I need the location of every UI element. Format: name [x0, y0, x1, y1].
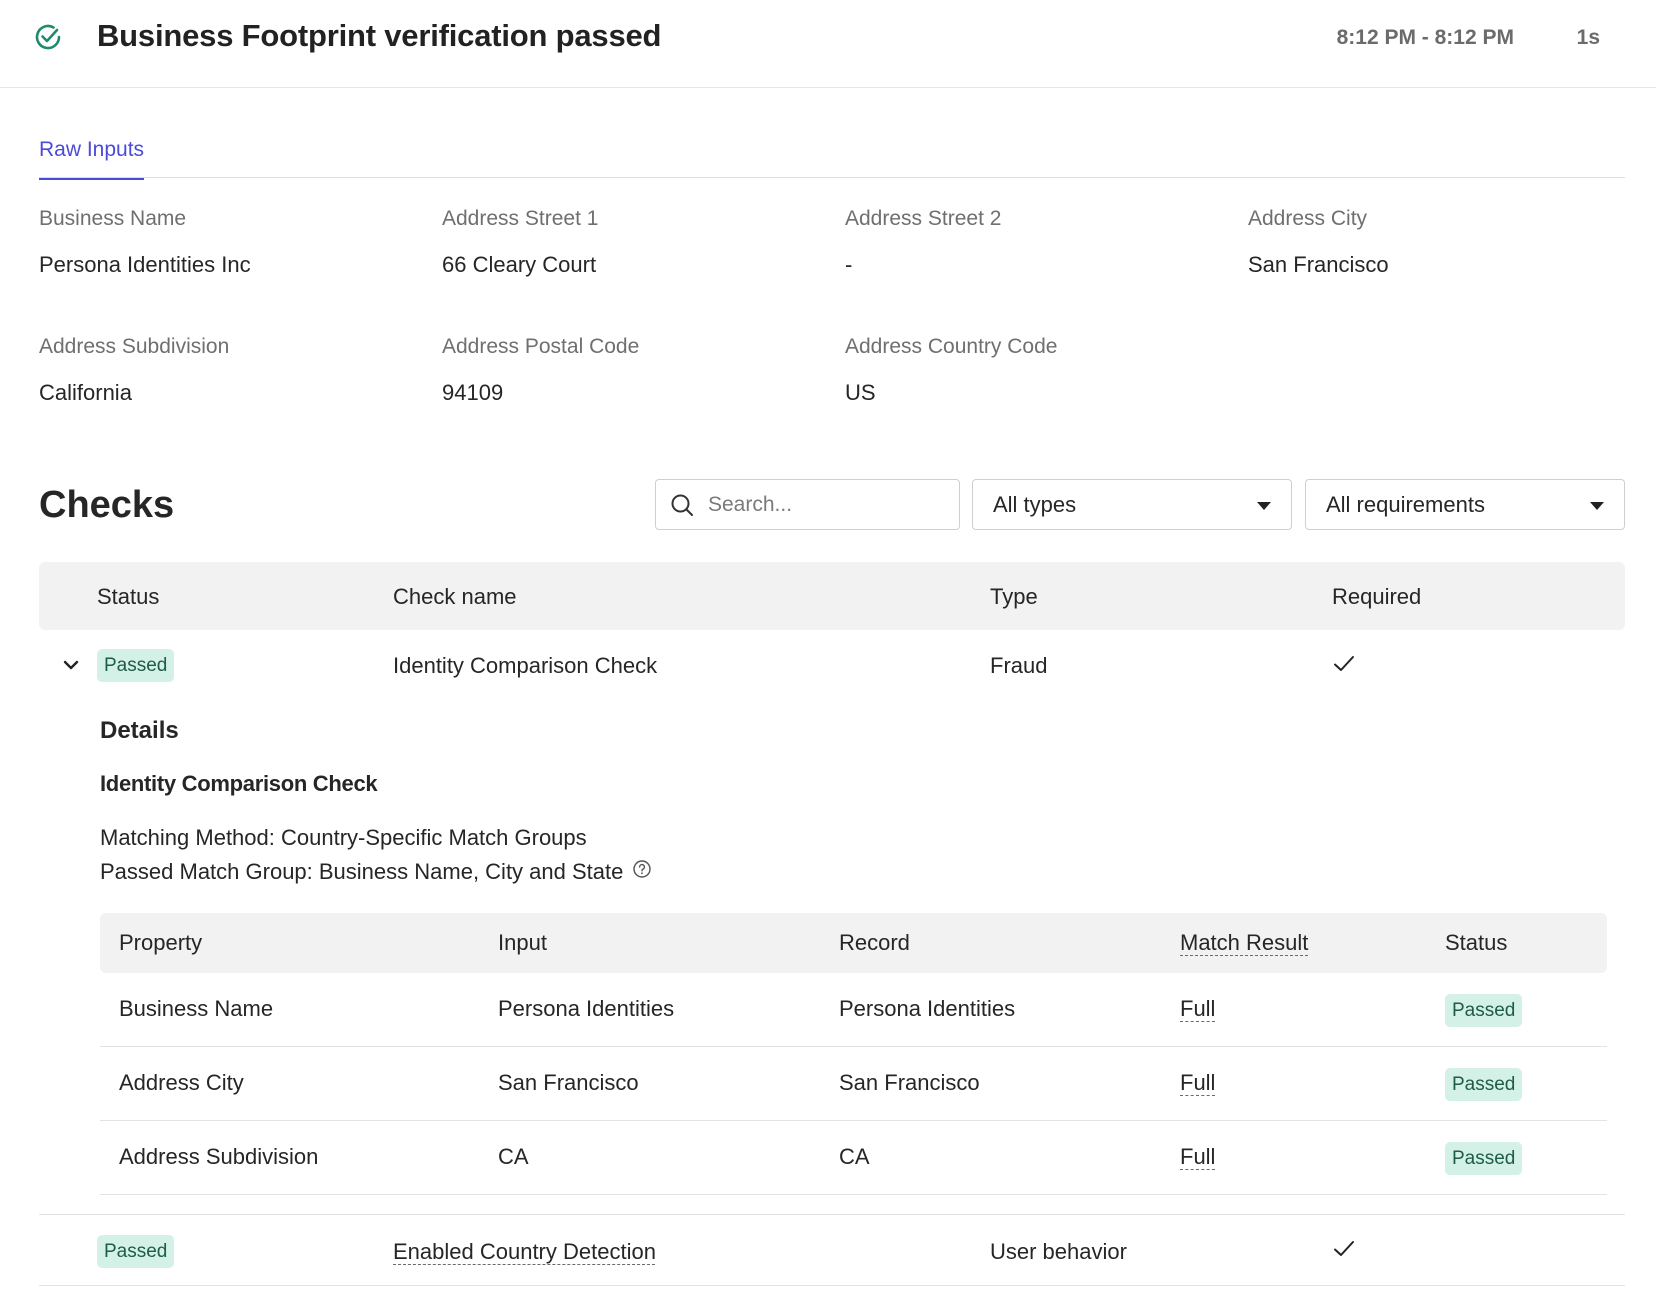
check-type: Fraud: [990, 653, 1048, 678]
help-circle-icon[interactable]: [632, 859, 652, 879]
search-box: [655, 479, 960, 530]
field-value-address-postal-code: 94109: [442, 380, 504, 405]
checkmark-icon: [1334, 1241, 1354, 1256]
type-filter-select[interactable]: All types: [972, 479, 1292, 530]
page-header: Business Footprint verification passed 8…: [0, 0, 1656, 88]
field-label-address-street-1: Address Street 1: [442, 207, 599, 230]
field-value-address-subdivision: California: [39, 380, 132, 405]
match-result-cell[interactable]: Full: [1180, 996, 1215, 1022]
tab-bar: Raw Inputs: [39, 136, 1625, 180]
checks-heading: Checks: [39, 484, 175, 526]
field-label-address-postal-code: Address Postal Code: [442, 335, 640, 358]
property-cell: Address City: [119, 1070, 244, 1095]
match-result-cell[interactable]: Full: [1180, 1144, 1215, 1170]
checks-table-header: Status Check name Type Required: [39, 562, 1625, 630]
check-type: User behavior: [990, 1239, 1127, 1264]
column-header-check-name: Check name: [393, 584, 517, 609]
column-header-type: Type: [990, 584, 1038, 609]
check-circle-icon: [35, 24, 61, 50]
search-input[interactable]: [708, 489, 948, 521]
match-table-row: Address Subdivision CA CA Full Passed: [100, 1121, 1607, 1195]
field-value-address-street-2: -: [845, 252, 853, 277]
column-header-record: Record: [839, 930, 910, 955]
status-badge: Passed: [1445, 1068, 1523, 1101]
record-cell: Persona Identities: [839, 996, 1016, 1021]
match-table-header: Property Input Record Match Result Statu…: [100, 913, 1607, 973]
input-cell: Persona Identities: [498, 996, 675, 1021]
search-icon: [671, 494, 693, 516]
field-label-address-country-code: Address Country Code: [845, 335, 1058, 358]
requirement-filter-value: All requirements: [1326, 492, 1485, 517]
caret-down-icon: [1590, 502, 1604, 510]
check-name[interactable]: Enabled Country Detection: [393, 1239, 656, 1265]
match-table-row: Address City San Francisco San Francisco…: [100, 1047, 1607, 1121]
match-table-row: Business Name Persona Identities Persona…: [100, 973, 1607, 1047]
field-value-business-name: Persona Identities Inc: [39, 252, 251, 277]
status-badge: Passed: [97, 1235, 175, 1268]
field-label-address-city: Address City: [1248, 207, 1368, 230]
column-header-required: Required: [1332, 584, 1422, 609]
input-cell: San Francisco: [498, 1070, 639, 1095]
field-value-address-street-1: 66 Cleary Court: [442, 252, 597, 277]
column-header-input: Input: [498, 930, 547, 955]
check-name: Identity Comparison Check: [393, 653, 658, 678]
time-range: 8:12 PM - 8:12 PM: [1336, 26, 1514, 49]
chevron-down-icon[interactable]: [61, 657, 81, 673]
record-cell: CA: [839, 1144, 870, 1169]
checkmark-icon: [1334, 656, 1354, 671]
column-header-status: Status: [1445, 930, 1508, 955]
property-cell: Business Name: [119, 996, 274, 1021]
field-value-address-city: San Francisco: [1248, 252, 1389, 277]
field-label-business-name: Business Name: [39, 207, 187, 230]
duration: 1s: [1576, 26, 1600, 49]
check-row[interactable]: Passed Enabled Country Detection User be…: [39, 1214, 1625, 1286]
column-header-match-result[interactable]: Match Result: [1180, 930, 1308, 956]
status-badge: Passed: [97, 649, 175, 682]
type-filter-value: All types: [993, 492, 1077, 517]
requirement-filter-select[interactable]: All requirements: [1305, 479, 1625, 530]
matching-method: Matching Method: Country-Specific Match …: [100, 825, 587, 850]
property-cell: Address Subdivision: [119, 1144, 319, 1169]
field-label-address-subdivision: Address Subdivision: [39, 335, 230, 358]
column-header-property: Property: [119, 930, 203, 955]
status-badge: Passed: [1445, 1142, 1523, 1175]
input-cell: CA: [498, 1144, 529, 1169]
field-value-address-country-code: US: [845, 380, 876, 405]
passed-match-group: Passed Match Group: Business Name, City …: [100, 859, 624, 884]
status-badge: Passed: [1445, 994, 1523, 1027]
record-cell: San Francisco: [839, 1070, 980, 1095]
caret-down-icon: [1257, 502, 1271, 510]
field-label-address-street-2: Address Street 2: [845, 207, 1002, 230]
page-title: Business Footprint verification passed: [97, 18, 662, 53]
details-heading: Details: [100, 717, 179, 744]
tab-raw-inputs[interactable]: Raw Inputs: [39, 138, 145, 180]
column-header-status: Status: [97, 584, 160, 609]
details-subtitle: Identity Comparison Check: [100, 771, 378, 796]
match-result-cell[interactable]: Full: [1180, 1070, 1215, 1096]
